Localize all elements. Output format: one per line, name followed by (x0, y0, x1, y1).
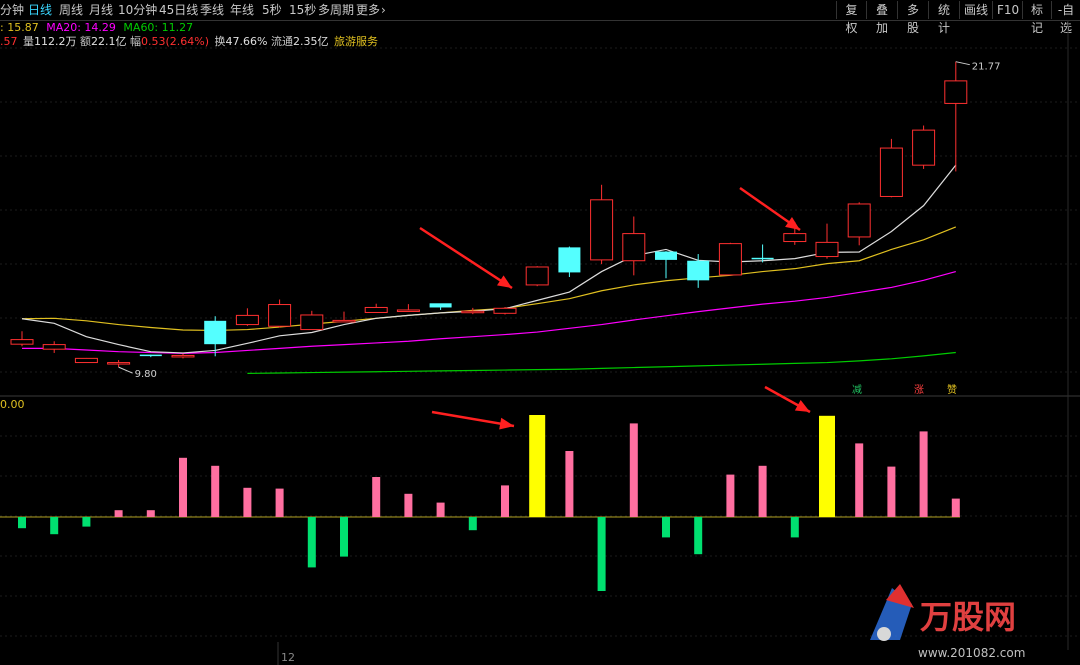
indicator-bar (211, 465, 220, 517)
arrow-head (785, 217, 800, 230)
indicator-bar (790, 517, 799, 538)
candle-body-up (268, 304, 292, 327)
high-marker-text: 21.77 (972, 62, 1001, 73)
candle-body-down (204, 320, 227, 345)
indicator-bar (468, 517, 477, 531)
candle-body-up (332, 319, 356, 323)
watermark-url: www.201082.com (918, 646, 1025, 660)
indicator-bar (819, 415, 835, 517)
indicator-bar (529, 415, 546, 517)
indicator-bar (404, 493, 413, 517)
arrow-shaft (419, 226, 513, 290)
indicator-bar (501, 485, 509, 517)
chart-area: 21.77 9.80 12 万股网 www.201082.com (0, 20, 1080, 665)
indicator-bar (951, 498, 960, 517)
indicator-zero-label: 0.00 (0, 398, 25, 411)
signal-tag-0: 减 (852, 385, 862, 396)
candle-body-up (107, 362, 131, 365)
ma60-line (247, 351, 956, 374)
candle-body-down (558, 247, 581, 273)
signal-tag-1: 涨 (914, 385, 924, 396)
ma-white-line (21, 164, 957, 354)
candle-body-up (879, 147, 903, 197)
candle-body-up (622, 233, 646, 262)
candle-body-up (235, 314, 259, 326)
arrow-head (496, 275, 512, 288)
candle-body-up (10, 339, 34, 345)
indicator-bar (919, 431, 928, 517)
candle-body-up (783, 233, 807, 243)
indicator-bar (146, 510, 155, 517)
candle-body-down (429, 303, 452, 308)
candle-body-up (847, 203, 871, 238)
indicator-bar (340, 517, 348, 557)
candle-body-up (396, 309, 420, 312)
indicator-bar (597, 517, 606, 591)
annotation-arrow-4 (764, 385, 811, 414)
candle-body-down (655, 251, 677, 260)
date-marker-text: 12 (281, 651, 295, 664)
indicator-bar (82, 517, 91, 527)
logo-ball-icon (877, 627, 891, 641)
arrow-head (499, 417, 514, 430)
candle-body-down (751, 257, 774, 260)
indicator-bar (114, 510, 123, 517)
indicator-bar (275, 488, 284, 517)
candle-body-up (815, 241, 839, 258)
indicator-bar (307, 517, 316, 568)
candle-body-up (718, 243, 742, 276)
candle-body-down (687, 260, 710, 281)
indicator-bar (758, 465, 767, 517)
indicator-bar (662, 517, 670, 538)
candle-body-up (364, 306, 388, 313)
low-marker-text: 9.80 (135, 369, 157, 380)
candle-body-down (139, 354, 162, 357)
candle-body-up (74, 357, 98, 364)
signal-tag-2: 赞 (947, 385, 957, 396)
candle-body-up (493, 307, 517, 314)
candle-body-up (944, 80, 968, 104)
indicator-bar (629, 423, 638, 517)
indicator-bar (726, 474, 735, 517)
annotation-arrow-2 (739, 186, 801, 232)
candle-body-up (42, 344, 66, 350)
watermark-brand: 万股网 (920, 598, 1016, 636)
indicator-bar (855, 443, 864, 517)
indicator-bar (179, 457, 187, 517)
annotation-arrow-3 (431, 410, 515, 430)
candle-body-up (300, 314, 324, 331)
ma20-line (22, 270, 956, 354)
indicator-bar (372, 477, 381, 517)
indicator-bar (50, 517, 59, 535)
indicator-bar (436, 502, 445, 517)
candle-body-up (525, 266, 549, 286)
indicator-bar (694, 517, 703, 555)
watermark-logo: 万股网 www.201082.com (870, 584, 1025, 660)
indicator-bar (887, 466, 896, 517)
candle-body-up (590, 199, 614, 261)
annotation-arrow-1 (419, 226, 513, 290)
indicator-bar (243, 487, 252, 517)
candle-body-up (171, 354, 195, 358)
indicator-bar (565, 451, 574, 517)
candle-body-up (461, 310, 485, 314)
high-marker-line (955, 61, 970, 66)
indicator-bar (18, 517, 26, 529)
candle-body-up (912, 129, 936, 166)
